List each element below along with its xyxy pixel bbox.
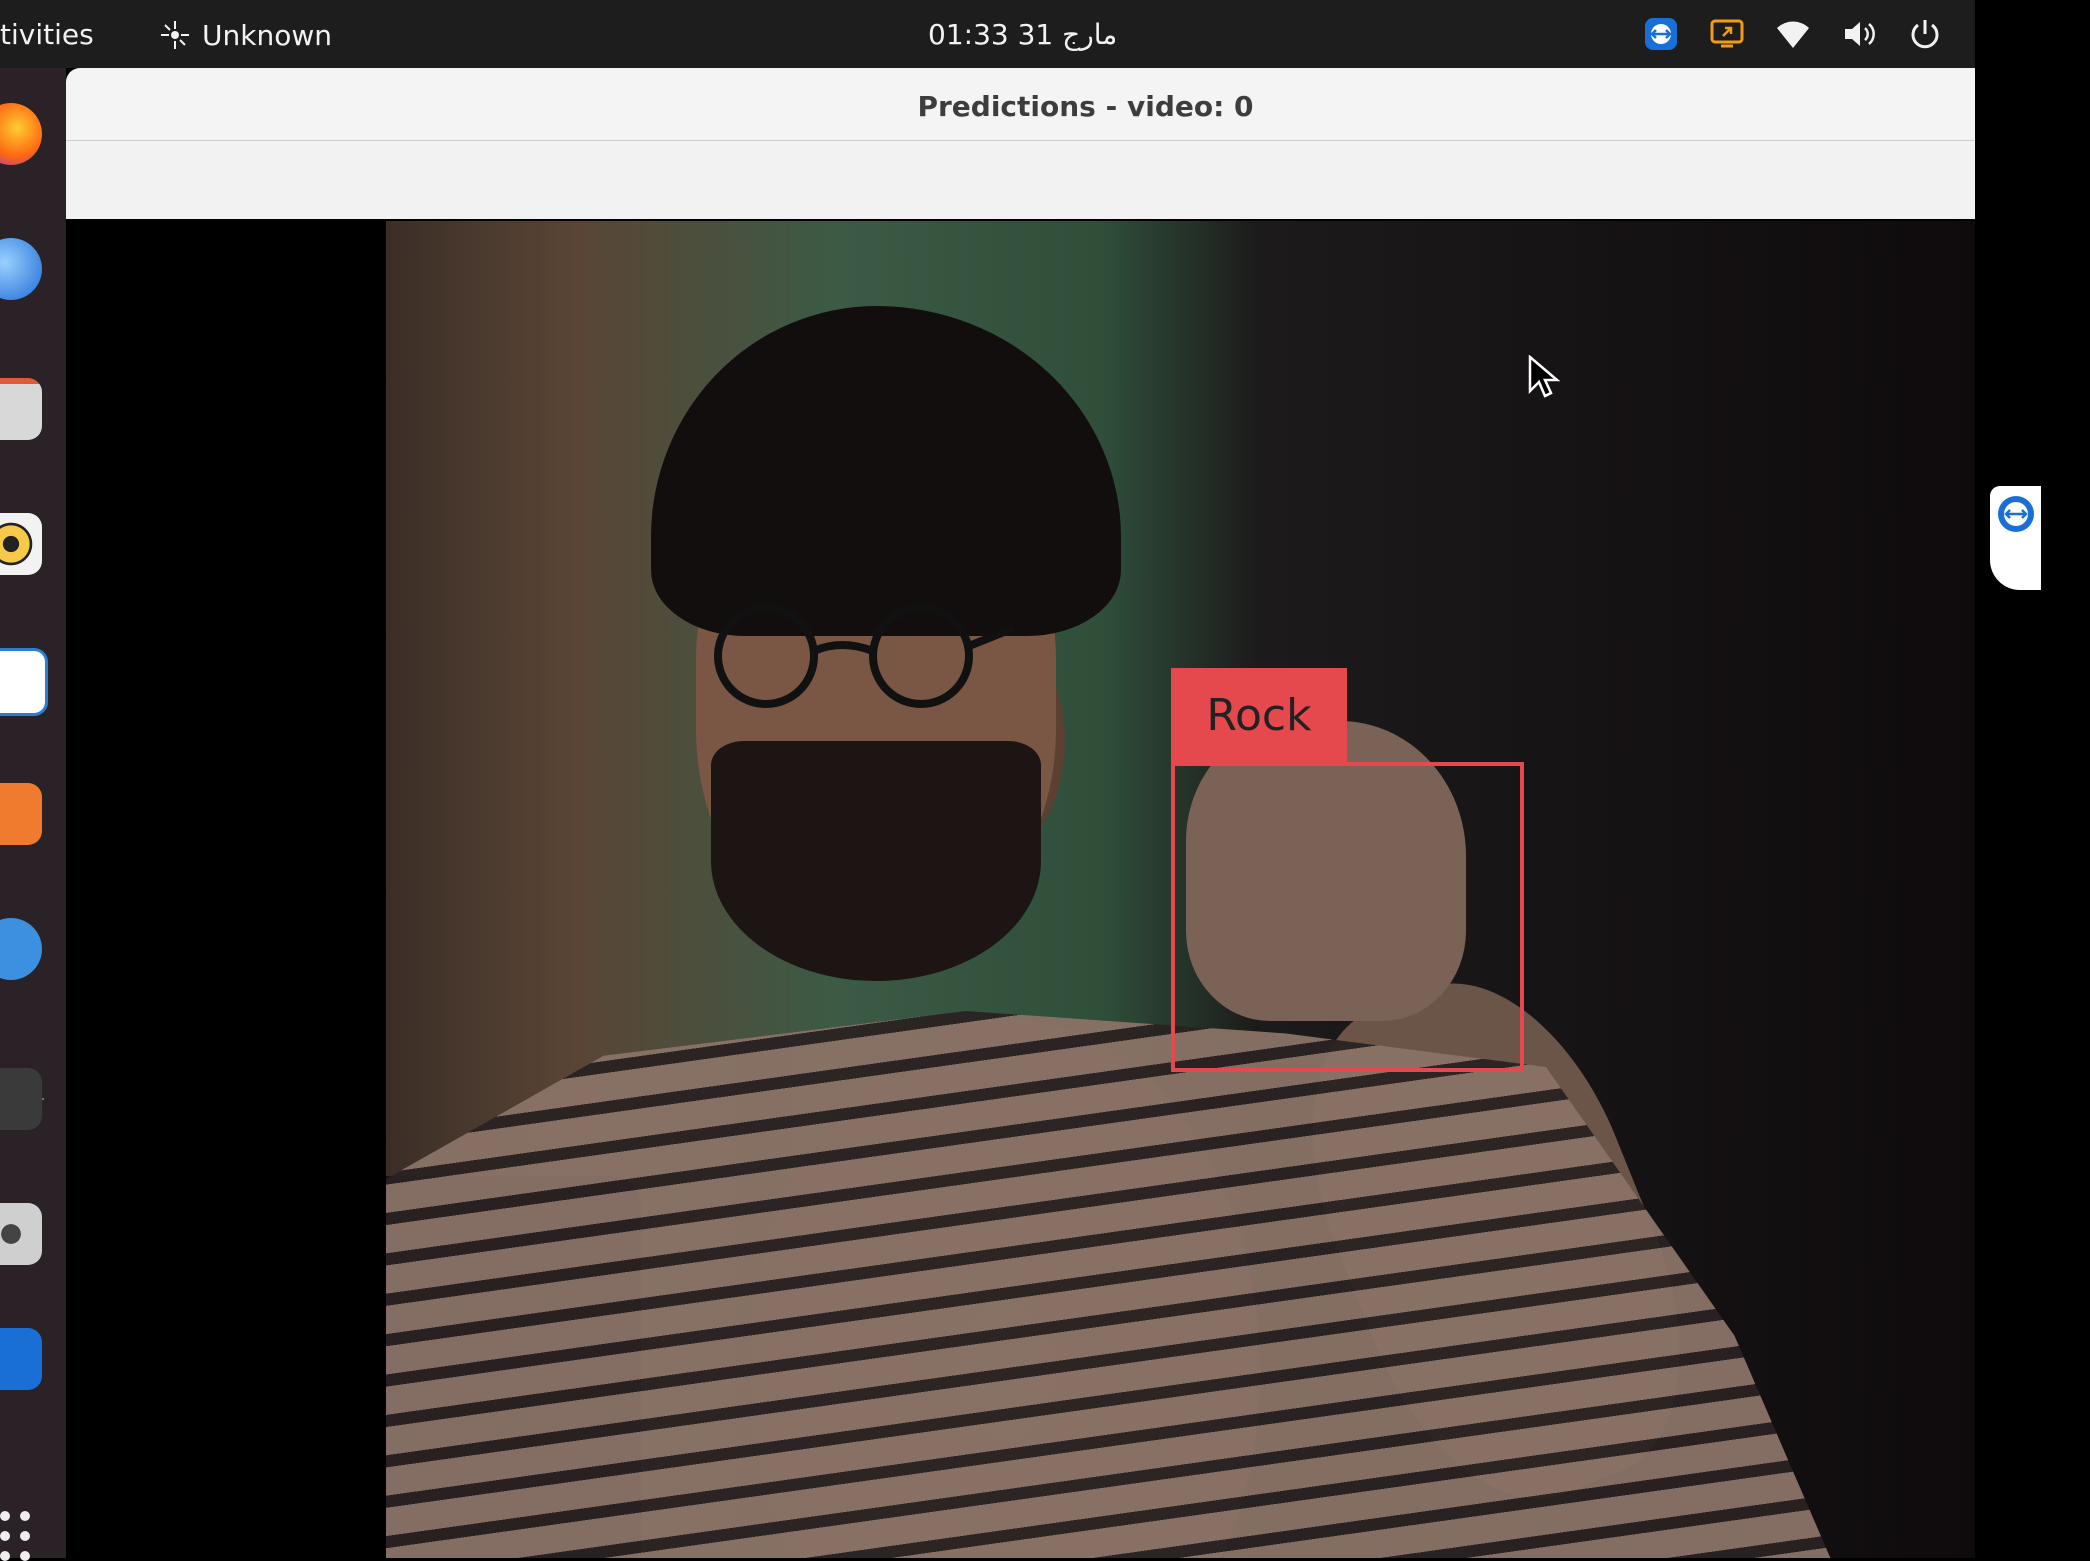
- app-indicator[interactable]: Unknown: [158, 18, 332, 52]
- wifi-icon[interactable]: [1773, 14, 1813, 54]
- software-center-icon[interactable]: [0, 783, 42, 845]
- thunderbird-icon[interactable]: [0, 238, 42, 300]
- app-process-icon: [161, 21, 189, 49]
- app-indicator-label: Unknown: [202, 18, 332, 52]
- glasses: [714, 604, 1016, 708]
- detection-label: Rock: [1171, 668, 1347, 762]
- top-bar: tivities Unknown 01:33 31 مارج: [0, 0, 1975, 68]
- dock: [0, 68, 66, 1561]
- system-tray[interactable]: [1641, 14, 1945, 54]
- blank-app-icon[interactable]: [0, 1068, 42, 1130]
- settings-icon[interactable]: [0, 1203, 42, 1265]
- volume-icon[interactable]: [1839, 14, 1879, 54]
- teamviewer-side-tab[interactable]: [1990, 486, 2041, 590]
- hair: [651, 306, 1121, 636]
- window-toolbar: [66, 141, 1975, 219]
- help-icon[interactable]: [0, 918, 42, 980]
- clock[interactable]: 01:33 31 مارج: [928, 18, 1117, 51]
- striped-shirt: [386, 1011, 1836, 1558]
- window-titlebar[interactable]: Predictions - video: 0: [66, 68, 1975, 141]
- detection-bounding-box: [1171, 762, 1524, 1072]
- screen-share-icon[interactable]: [1707, 14, 1747, 54]
- predictions-window: Predictions - video: 0 Rock: [66, 68, 2041, 1558]
- teamviewer-icon[interactable]: [1641, 14, 1681, 54]
- activities-button[interactable]: tivities: [0, 18, 94, 51]
- mouse-cursor-icon: [1528, 355, 1560, 398]
- teamviewer-icon[interactable]: [0, 1328, 42, 1390]
- power-icon[interactable]: [1905, 14, 1945, 54]
- firefox-icon[interactable]: [0, 103, 42, 165]
- window-title: Predictions - video: 0: [917, 90, 1254, 123]
- beard: [711, 741, 1041, 981]
- teamviewer-icon: [1998, 496, 2034, 532]
- apps-grid-icon[interactable]: [0, 1511, 30, 1561]
- writer-icon[interactable]: [0, 648, 48, 716]
- files-icon[interactable]: [0, 378, 42, 440]
- rhythmbox-icon[interactable]: [0, 513, 42, 575]
